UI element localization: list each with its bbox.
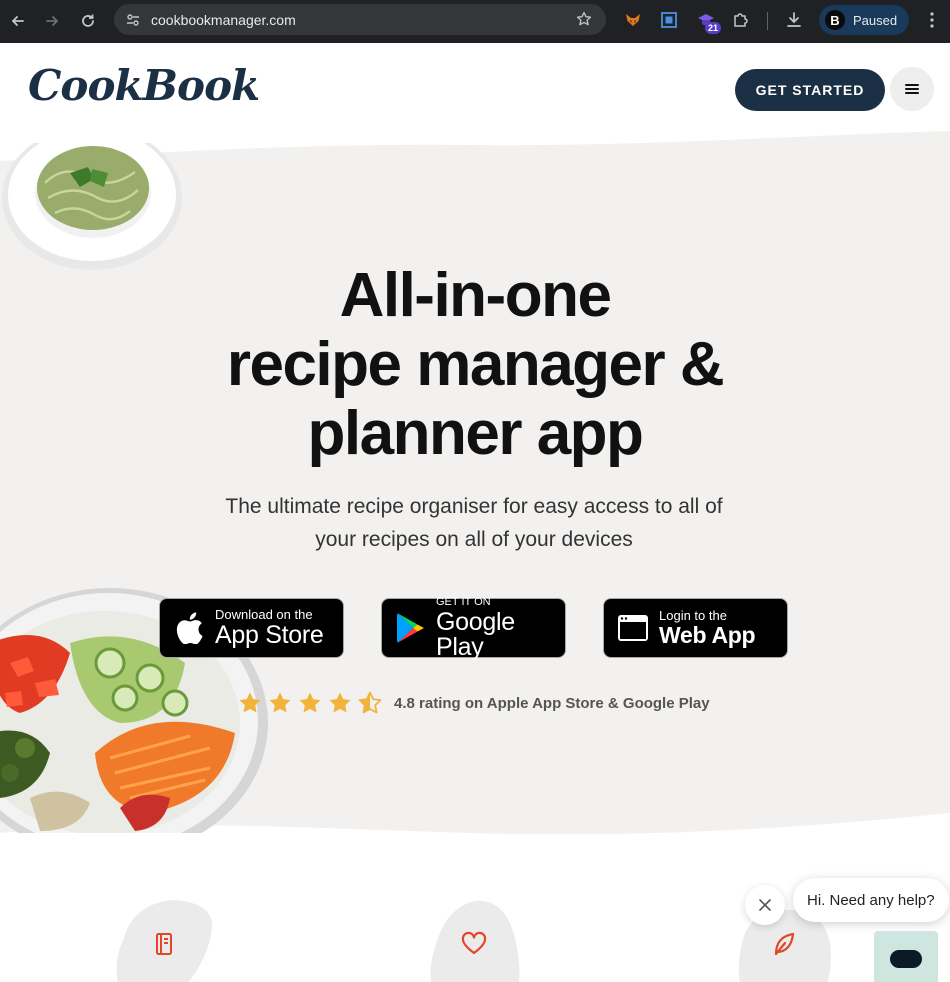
toolbar-divider — [767, 12, 768, 30]
bookmark-star-icon[interactable] — [576, 11, 592, 27]
hero-title-line-2: recipe manager & — [226, 330, 725, 399]
web-app-small-text: Login to the — [659, 608, 727, 623]
app-store-big-text: App Store — [215, 621, 324, 649]
hamburger-menu-button[interactable] — [890, 67, 934, 111]
pasta-plate-image — [2, 143, 182, 270]
profile-status-label: Paused — [853, 12, 898, 28]
google-play-small-text: GET IT ON — [436, 595, 491, 608]
google-play-button[interactable]: GET IT ON Google Play — [381, 595, 566, 661]
apple-icon — [172, 611, 206, 645]
extension-badge: 21 — [704, 22, 721, 34]
chat-icon — [890, 950, 922, 968]
back-arrow-icon — [11, 16, 24, 26]
hero-title: All-in-one recipe manager & planner app — [0, 261, 950, 468]
chat-greeting-bubble[interactable]: Hi. Need any help? — [793, 878, 949, 922]
get-started-button[interactable]: GET STARTED — [735, 69, 885, 111]
google-play-big-text: Google Play — [436, 607, 515, 661]
browser-window-icon — [616, 611, 650, 645]
browser-toolbar: cookbookmanager.com 21 B Paused — [0, 0, 950, 43]
feature-heart — [430, 898, 530, 982]
hamburger-icon — [905, 84, 919, 94]
graduation-extension-icon[interactable]: 21 — [695, 9, 721, 34]
star-full-icon — [239, 692, 261, 713]
back-button[interactable] — [0, 3, 36, 39]
chat-dismiss-button[interactable] — [745, 885, 785, 925]
star-full-icon — [329, 692, 351, 713]
app-store-small-text: Download on the — [215, 607, 313, 622]
forward-arrow-icon — [46, 16, 59, 26]
star-half-icon — [358, 691, 382, 714]
extensions-puzzle-icon[interactable] — [730, 9, 752, 31]
download-icon[interactable] — [783, 9, 805, 31]
cookbook-logo[interactable]: CookBook — [28, 61, 260, 110]
reload-icon — [82, 14, 94, 27]
star-full-icon — [299, 692, 321, 713]
web-app-big-text: Web App — [659, 622, 756, 648]
profile-paused-button[interactable]: B Paused — [819, 5, 909, 35]
hero-subtitle: The ultimate recipe organiser for easy a… — [225, 495, 723, 551]
url-text[interactable]: cookbookmanager.com — [151, 12, 296, 28]
app-store-button[interactable]: Download on the App Store — [159, 598, 344, 658]
google-play-icon — [394, 611, 427, 645]
star-full-icon — [269, 692, 291, 713]
web-app-button[interactable]: Login to the Web App — [603, 598, 788, 658]
leaf-icon — [774, 932, 795, 956]
notebook-icon — [156, 933, 172, 955]
rating-row: 4.8 rating on Apple App Store & Google P… — [238, 689, 710, 717]
chat-launcher-button[interactable] — [874, 931, 938, 982]
profile-avatar: B — [825, 10, 845, 30]
browser-menu-icon[interactable] — [924, 10, 940, 30]
forward-button[interactable] — [34, 3, 70, 39]
site-settings-icon[interactable] — [124, 11, 142, 29]
reload-button[interactable] — [70, 3, 106, 39]
screenshot-extension-icon[interactable] — [658, 9, 680, 31]
address-bar[interactable]: cookbookmanager.com — [114, 4, 606, 35]
close-icon — [759, 899, 771, 911]
hero-title-line-1: All-in-one — [339, 261, 612, 330]
fox-extension-icon[interactable] — [622, 9, 644, 31]
heart-icon — [461, 931, 487, 955]
feature-notebook — [114, 898, 214, 982]
rating-text: 4.8 rating on Apple App Store & Google P… — [394, 694, 710, 712]
hero-title-line-3: planner app — [307, 399, 644, 468]
site-header: CookBook GET STARTED — [0, 43, 950, 143]
page: CookBook GET STARTED All-in-one recipe m… — [0, 43, 950, 982]
